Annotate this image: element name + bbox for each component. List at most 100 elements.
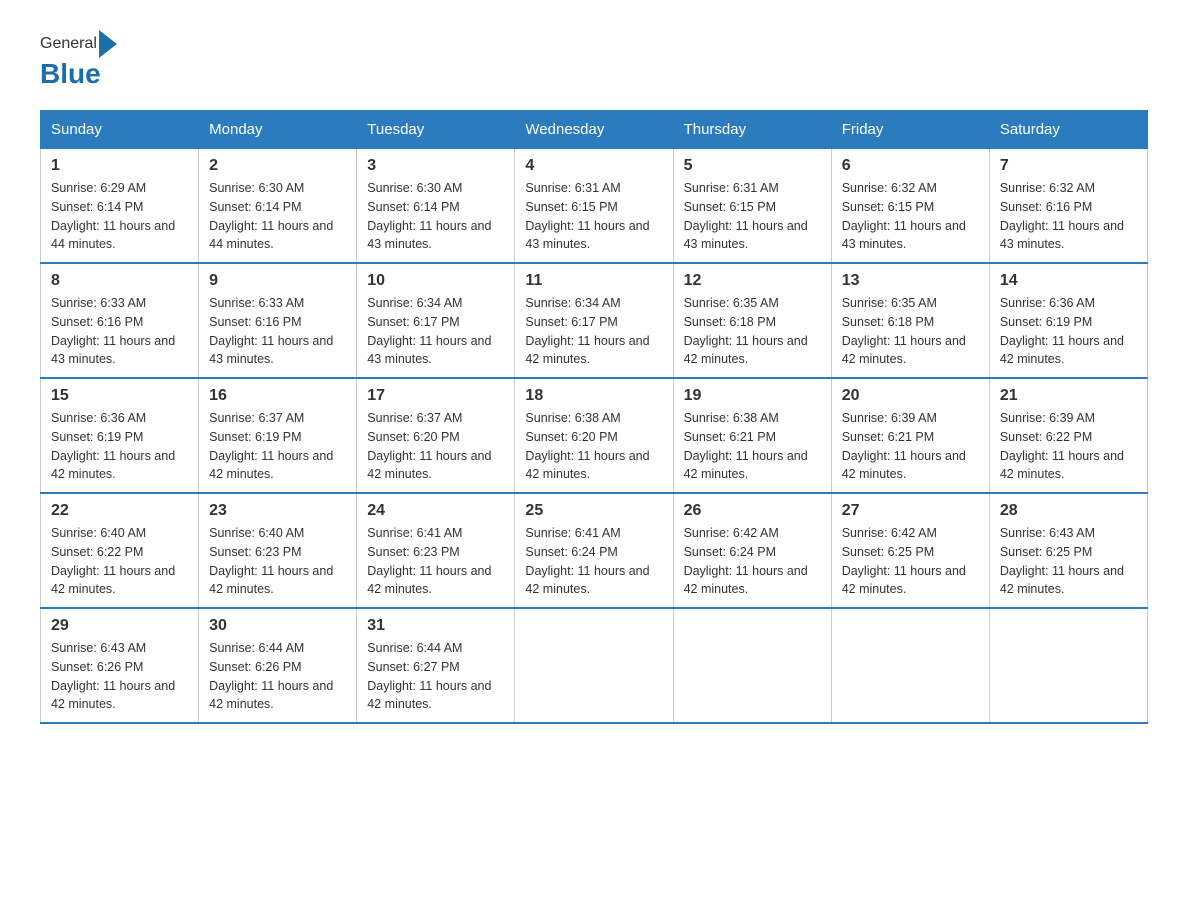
calendar-cell [989,608,1147,723]
day-info: Sunrise: 6:44 AM Sunset: 6:26 PM Dayligh… [209,639,346,714]
calendar-week-row: 8 Sunrise: 6:33 AM Sunset: 6:16 PM Dayli… [41,263,1148,378]
day-number: 9 [209,272,346,290]
day-info: Sunrise: 6:36 AM Sunset: 6:19 PM Dayligh… [51,409,188,484]
day-number: 4 [525,157,662,175]
day-number: 21 [1000,387,1137,405]
day-info: Sunrise: 6:38 AM Sunset: 6:21 PM Dayligh… [684,409,821,484]
calendar-cell [673,608,831,723]
day-number: 18 [525,387,662,405]
day-number: 13 [842,272,979,290]
calendar-cell: 25 Sunrise: 6:41 AM Sunset: 6:24 PM Dayl… [515,493,673,608]
calendar-week-row: 29 Sunrise: 6:43 AM Sunset: 6:26 PM Dayl… [41,608,1148,723]
day-info: Sunrise: 6:32 AM Sunset: 6:15 PM Dayligh… [842,179,979,254]
day-info: Sunrise: 6:36 AM Sunset: 6:19 PM Dayligh… [1000,294,1137,369]
day-info: Sunrise: 6:38 AM Sunset: 6:20 PM Dayligh… [525,409,662,484]
calendar-cell: 19 Sunrise: 6:38 AM Sunset: 6:21 PM Dayl… [673,378,831,493]
day-info: Sunrise: 6:34 AM Sunset: 6:17 PM Dayligh… [367,294,504,369]
day-info: Sunrise: 6:37 AM Sunset: 6:19 PM Dayligh… [209,409,346,484]
calendar-cell: 15 Sunrise: 6:36 AM Sunset: 6:19 PM Dayl… [41,378,199,493]
calendar-cell: 17 Sunrise: 6:37 AM Sunset: 6:20 PM Dayl… [357,378,515,493]
day-number: 5 [684,157,821,175]
calendar-cell: 31 Sunrise: 6:44 AM Sunset: 6:27 PM Dayl… [357,608,515,723]
day-info: Sunrise: 6:39 AM Sunset: 6:21 PM Dayligh… [842,409,979,484]
calendar-cell: 27 Sunrise: 6:42 AM Sunset: 6:25 PM Dayl… [831,493,989,608]
day-number: 23 [209,502,346,520]
calendar-cell: 9 Sunrise: 6:33 AM Sunset: 6:16 PM Dayli… [199,263,357,378]
day-info: Sunrise: 6:40 AM Sunset: 6:22 PM Dayligh… [51,524,188,599]
day-number: 8 [51,272,188,290]
day-number: 30 [209,617,346,635]
day-info: Sunrise: 6:32 AM Sunset: 6:16 PM Dayligh… [1000,179,1137,254]
day-number: 31 [367,617,504,635]
day-info: Sunrise: 6:41 AM Sunset: 6:23 PM Dayligh… [367,524,504,599]
weekday-header-saturday: Saturday [989,111,1147,149]
day-info: Sunrise: 6:35 AM Sunset: 6:18 PM Dayligh… [842,294,979,369]
calendar-cell: 6 Sunrise: 6:32 AM Sunset: 6:15 PM Dayli… [831,149,989,264]
day-number: 10 [367,272,504,290]
day-info: Sunrise: 6:42 AM Sunset: 6:24 PM Dayligh… [684,524,821,599]
weekday-header-friday: Friday [831,111,989,149]
logo-arrow-icon [99,30,117,58]
day-number: 25 [525,502,662,520]
day-number: 12 [684,272,821,290]
calendar-week-row: 15 Sunrise: 6:36 AM Sunset: 6:19 PM Dayl… [41,378,1148,493]
day-info: Sunrise: 6:40 AM Sunset: 6:23 PM Dayligh… [209,524,346,599]
calendar-cell: 14 Sunrise: 6:36 AM Sunset: 6:19 PM Dayl… [989,263,1147,378]
day-number: 14 [1000,272,1137,290]
day-number: 29 [51,617,188,635]
day-number: 3 [367,157,504,175]
day-info: Sunrise: 6:39 AM Sunset: 6:22 PM Dayligh… [1000,409,1137,484]
weekday-header-thursday: Thursday [673,111,831,149]
day-info: Sunrise: 6:34 AM Sunset: 6:17 PM Dayligh… [525,294,662,369]
day-number: 26 [684,502,821,520]
day-number: 2 [209,157,346,175]
day-number: 15 [51,387,188,405]
day-number: 6 [842,157,979,175]
day-info: Sunrise: 6:33 AM Sunset: 6:16 PM Dayligh… [209,294,346,369]
calendar-cell: 2 Sunrise: 6:30 AM Sunset: 6:14 PM Dayli… [199,149,357,264]
calendar-week-row: 22 Sunrise: 6:40 AM Sunset: 6:22 PM Dayl… [41,493,1148,608]
weekday-header-monday: Monday [199,111,357,149]
calendar-cell: 7 Sunrise: 6:32 AM Sunset: 6:16 PM Dayli… [989,149,1147,264]
day-number: 11 [525,272,662,290]
logo-general-text: General [40,35,97,53]
calendar-cell: 18 Sunrise: 6:38 AM Sunset: 6:20 PM Dayl… [515,378,673,493]
calendar-cell: 20 Sunrise: 6:39 AM Sunset: 6:21 PM Dayl… [831,378,989,493]
calendar-cell [515,608,673,723]
day-info: Sunrise: 6:29 AM Sunset: 6:14 PM Dayligh… [51,179,188,254]
calendar-cell: 29 Sunrise: 6:43 AM Sunset: 6:26 PM Dayl… [41,608,199,723]
day-number: 27 [842,502,979,520]
calendar-cell: 13 Sunrise: 6:35 AM Sunset: 6:18 PM Dayl… [831,263,989,378]
weekday-header-wednesday: Wednesday [515,111,673,149]
calendar-cell: 23 Sunrise: 6:40 AM Sunset: 6:23 PM Dayl… [199,493,357,608]
day-info: Sunrise: 6:43 AM Sunset: 6:26 PM Dayligh… [51,639,188,714]
calendar-cell: 12 Sunrise: 6:35 AM Sunset: 6:18 PM Dayl… [673,263,831,378]
calendar-cell: 1 Sunrise: 6:29 AM Sunset: 6:14 PM Dayli… [41,149,199,264]
weekday-header-sunday: Sunday [41,111,199,149]
day-info: Sunrise: 6:30 AM Sunset: 6:14 PM Dayligh… [209,179,346,254]
weekday-header-row: SundayMondayTuesdayWednesdayThursdayFrid… [41,111,1148,149]
day-info: Sunrise: 6:33 AM Sunset: 6:16 PM Dayligh… [51,294,188,369]
day-info: Sunrise: 6:31 AM Sunset: 6:15 PM Dayligh… [684,179,821,254]
day-info: Sunrise: 6:30 AM Sunset: 6:14 PM Dayligh… [367,179,504,254]
calendar-cell: 5 Sunrise: 6:31 AM Sunset: 6:15 PM Dayli… [673,149,831,264]
day-number: 24 [367,502,504,520]
day-info: Sunrise: 6:35 AM Sunset: 6:18 PM Dayligh… [684,294,821,369]
day-info: Sunrise: 6:37 AM Sunset: 6:20 PM Dayligh… [367,409,504,484]
calendar-cell: 8 Sunrise: 6:33 AM Sunset: 6:16 PM Dayli… [41,263,199,378]
day-info: Sunrise: 6:31 AM Sunset: 6:15 PM Dayligh… [525,179,662,254]
weekday-header-tuesday: Tuesday [357,111,515,149]
calendar-cell: 11 Sunrise: 6:34 AM Sunset: 6:17 PM Dayl… [515,263,673,378]
calendar-cell: 24 Sunrise: 6:41 AM Sunset: 6:23 PM Dayl… [357,493,515,608]
calendar-cell: 10 Sunrise: 6:34 AM Sunset: 6:17 PM Dayl… [357,263,515,378]
day-number: 28 [1000,502,1137,520]
calendar-week-row: 1 Sunrise: 6:29 AM Sunset: 6:14 PM Dayli… [41,149,1148,264]
day-number: 19 [684,387,821,405]
calendar-cell: 26 Sunrise: 6:42 AM Sunset: 6:24 PM Dayl… [673,493,831,608]
day-number: 17 [367,387,504,405]
calendar-table: SundayMondayTuesdayWednesdayThursdayFrid… [40,110,1148,724]
calendar-cell: 21 Sunrise: 6:39 AM Sunset: 6:22 PM Dayl… [989,378,1147,493]
calendar-cell: 16 Sunrise: 6:37 AM Sunset: 6:19 PM Dayl… [199,378,357,493]
day-info: Sunrise: 6:44 AM Sunset: 6:27 PM Dayligh… [367,639,504,714]
logo-blue-text: Blue [40,58,101,90]
